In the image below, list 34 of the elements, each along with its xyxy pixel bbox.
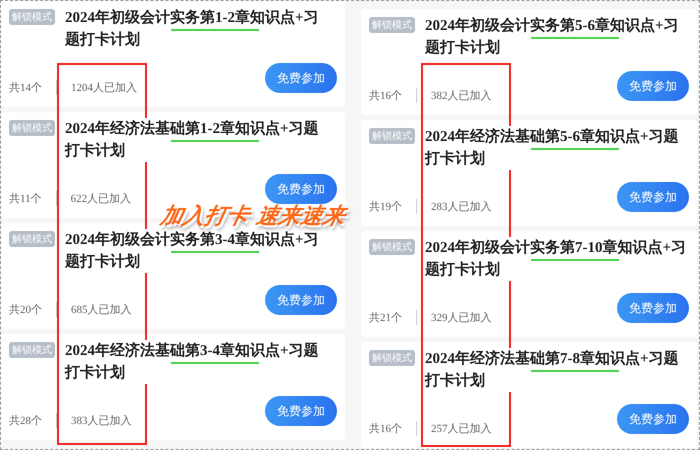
- joined-count: 329人已加入: [431, 311, 492, 325]
- join-button[interactable]: 免费参加: [617, 71, 689, 101]
- item-count: 共28个: [9, 413, 57, 428]
- joined-count: 257人已加入: [431, 422, 492, 436]
- joined-count: 283人已加入: [431, 200, 492, 214]
- item-count: 共11个: [9, 191, 57, 206]
- mode-tag: 解锁模式: [9, 342, 55, 358]
- mode-tag: 解锁模式: [9, 231, 55, 247]
- mode-tag: 解锁模式: [369, 350, 415, 366]
- mode-tag: 解锁模式: [369, 17, 415, 33]
- join-button[interactable]: 免费参加: [265, 285, 337, 315]
- item-count: 共14个: [9, 80, 57, 95]
- join-button[interactable]: 免费参加: [617, 293, 689, 323]
- join-button[interactable]: 免费参加: [265, 63, 337, 93]
- promo-caption: 加入打卡 速来速来: [158, 205, 348, 229]
- join-button[interactable]: 免费参加: [265, 396, 337, 426]
- joined-count: 685人已加入: [71, 303, 132, 317]
- item-count: 共16个: [369, 421, 417, 436]
- mode-tag: 解锁模式: [9, 9, 55, 25]
- join-button[interactable]: 免费参加: [617, 404, 689, 434]
- plan-title[interactable]: 2024年初级会计实务第7-10章知识点+习题打卡计划: [425, 237, 687, 281]
- item-count: 共20个: [9, 302, 57, 317]
- join-button[interactable]: 免费参加: [617, 182, 689, 212]
- mode-tag: 解锁模式: [9, 120, 55, 136]
- mode-tag: 解锁模式: [369, 128, 415, 144]
- joined-count: 382人已加入: [431, 89, 492, 103]
- joined-count: 622人已加入: [70, 192, 132, 206]
- join-button[interactable]: 免费参加: [265, 174, 337, 204]
- item-count: 共19个: [369, 199, 417, 214]
- joined-count: 1204人已加入: [71, 81, 137, 95]
- mode-tag: 解锁模式: [369, 239, 415, 255]
- item-count: 共21个: [369, 310, 417, 325]
- joined-count: 383人已加入: [71, 414, 132, 428]
- item-count: 共16个: [369, 88, 417, 103]
